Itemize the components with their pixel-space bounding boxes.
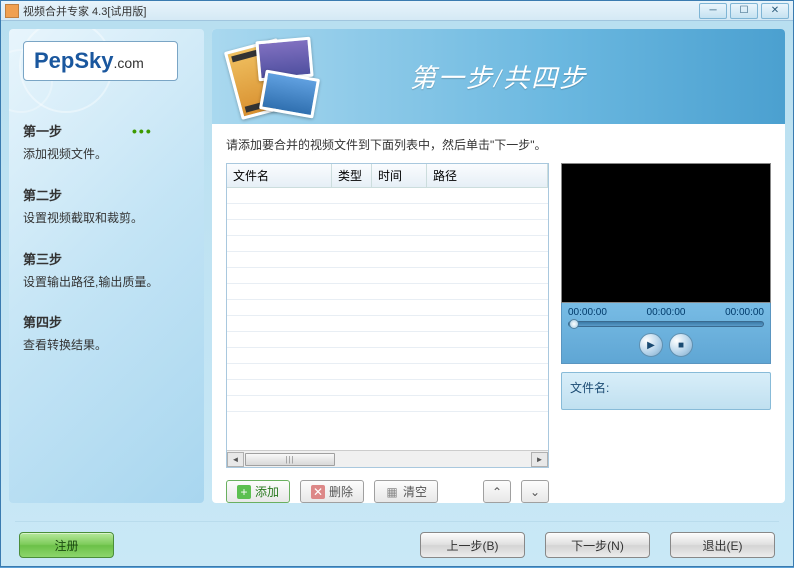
window-title: 视频合并专家 4.3[试用版] — [23, 3, 699, 19]
preview-filename-box: 文件名: — [561, 372, 771, 410]
logo-suffix: .com — [114, 55, 144, 71]
logo: PepSky.com — [23, 41, 178, 81]
col-header-time[interactable]: 时间 — [372, 164, 427, 187]
register-button[interactable]: 注册 — [19, 532, 114, 558]
col-header-name[interactable]: 文件名 — [227, 164, 332, 187]
up-icon: ⌃ — [492, 485, 502, 499]
table-scrollbar[interactable]: ◄ ||| ► — [227, 450, 548, 467]
exit-button[interactable]: 退出(E) — [670, 532, 775, 558]
sidebar: PepSky.com 第一步 添加视频文件。 第二步 设置视频截取和裁剪。 第三… — [9, 29, 204, 503]
col-header-type[interactable]: 类型 — [332, 164, 372, 187]
file-table-area: 文件名 类型 时间 路径 — [226, 163, 549, 503]
add-button[interactable]: + 添加 — [226, 480, 290, 503]
step-4-desc: 查看转换结果。 — [23, 337, 190, 354]
step-2-desc: 设置视频截取和裁剪。 — [23, 210, 190, 227]
time-start: 00:00:00 — [568, 307, 607, 318]
minimize-button[interactable]: ─ — [699, 3, 727, 19]
title-bar: 视频合并专家 4.3[试用版] ─ ☐ ✕ — [1, 1, 793, 21]
delete-icon: ✕ — [311, 485, 325, 499]
step-1[interactable]: 第一步 添加视频文件。 — [23, 121, 190, 163]
app-icon — [5, 4, 19, 18]
preview-video[interactable] — [561, 163, 771, 303]
bottom-right-buttons: 上一步(B) 下一步(N) 退出(E) — [420, 532, 775, 558]
step-1-title: 第一步 — [23, 121, 190, 140]
move-up-button[interactable]: ⌃ — [483, 480, 511, 503]
table-header: 文件名 类型 时间 路径 — [227, 164, 548, 188]
maximize-button[interactable]: ☐ — [730, 3, 758, 19]
step-3-title: 第三步 — [23, 249, 190, 268]
step-2-title: 第二步 — [23, 185, 190, 204]
next-label: 下一步(N) — [571, 537, 624, 554]
bottom-left-buttons: 注册 — [19, 532, 114, 558]
table-body[interactable] — [227, 188, 548, 450]
scroll-right-button[interactable]: ► — [531, 452, 548, 467]
clear-label: 清空 — [403, 483, 427, 500]
clear-icon: ▦ — [385, 485, 399, 499]
content-body: 请添加要合并的视频文件到下面列表中，然后单击"下一步"。 文件名 类型 时间 路… — [212, 124, 785, 503]
delete-button[interactable]: ✕ 删除 — [300, 480, 364, 503]
step-2[interactable]: 第二步 设置视频截取和裁剪。 — [23, 185, 190, 227]
logo-brand: PepSky — [34, 48, 114, 73]
time-current: 00:00:00 — [647, 307, 686, 318]
move-down-button[interactable]: ⌄ — [521, 480, 549, 503]
scroll-thumb[interactable]: ||| — [245, 453, 335, 466]
bottom-bar: 注册 上一步(B) 下一步(N) 退出(E) — [1, 522, 793, 568]
play-button[interactable]: ▶ — [639, 333, 663, 357]
step-4[interactable]: 第四步 查看转换结果。 — [23, 312, 190, 354]
next-button[interactable]: 下一步(N) — [545, 532, 650, 558]
clear-button[interactable]: ▦ 清空 — [374, 480, 438, 503]
add-icon: + — [237, 485, 251, 499]
time-end: 00:00:00 — [725, 307, 764, 318]
table-action-buttons: + 添加 ✕ 删除 ▦ 清空 — [226, 480, 549, 503]
step-4-title: 第四步 — [23, 312, 190, 331]
preview-file-label: 文件名: — [570, 381, 609, 395]
header-thumbnails — [222, 24, 332, 129]
content-row: 文件名 类型 时间 路径 — [226, 163, 771, 503]
window-buttons: ─ ☐ ✕ — [699, 3, 789, 19]
preview-slider[interactable] — [568, 321, 764, 327]
delete-label: 删除 — [329, 483, 353, 500]
step-1-desc: 添加视频文件。 — [23, 146, 190, 163]
step-3-desc: 设置输出路径,输出质量。 — [23, 274, 190, 291]
file-table[interactable]: 文件名 类型 时间 路径 — [226, 163, 549, 468]
slider-knob[interactable] — [569, 319, 579, 329]
prev-label: 上一步(B) — [447, 537, 499, 554]
preview-area: 00:00:00 00:00:00 00:00:00 ▶ ■ — [561, 163, 771, 503]
step-list: 第一步 添加视频文件。 第二步 设置视频截取和裁剪。 第三步 设置输出路径,输出… — [23, 121, 190, 354]
preview-times: 00:00:00 00:00:00 00:00:00 — [568, 307, 764, 318]
add-label: 添加 — [255, 483, 279, 500]
stop-button[interactable]: ■ — [669, 333, 693, 357]
main-area: PepSky.com 第一步 添加视频文件。 第二步 设置视频截取和裁剪。 第三… — [1, 21, 793, 511]
col-header-path[interactable]: 路径 — [427, 164, 548, 187]
preview-playback-buttons: ▶ ■ — [568, 333, 764, 357]
exit-label: 退出(E) — [703, 537, 743, 554]
prev-button[interactable]: 上一步(B) — [420, 532, 525, 558]
instruction-text: 请添加要合并的视频文件到下面列表中，然后单击"下一步"。 — [226, 136, 771, 153]
register-label: 注册 — [54, 537, 78, 554]
app-window: 视频合并专家 4.3[试用版] ─ ☐ ✕ PepSky.com 第一步 添加视… — [0, 0, 794, 567]
scroll-left-button[interactable]: ◄ — [227, 452, 244, 467]
content-area: 第一步/共四步 请添加要合并的视频文件到下面列表中，然后单击"下一步"。 文件名… — [212, 29, 785, 503]
down-icon: ⌄ — [530, 485, 540, 499]
preview-controls: 00:00:00 00:00:00 00:00:00 ▶ ■ — [561, 303, 771, 364]
step-3[interactable]: 第三步 设置输出路径,输出质量。 — [23, 249, 190, 291]
header-banner: 第一步/共四步 — [212, 29, 785, 124]
close-button[interactable]: ✕ — [761, 3, 789, 19]
